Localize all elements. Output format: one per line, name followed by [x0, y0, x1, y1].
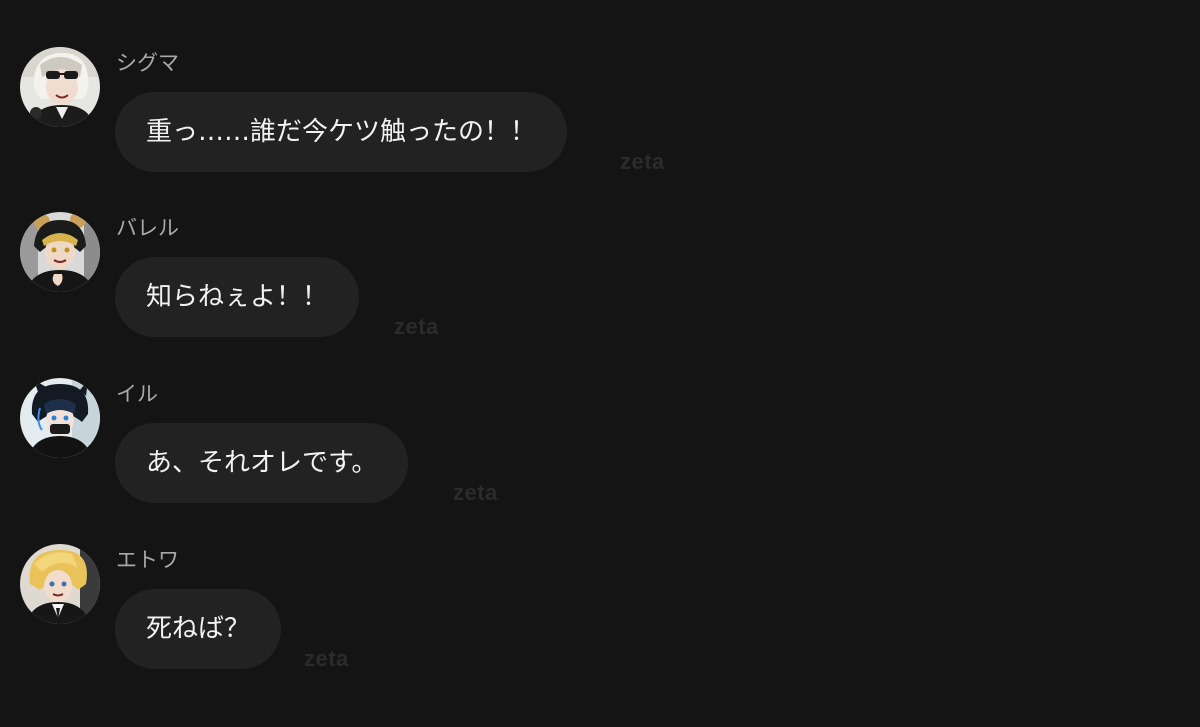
sender-name: エトワ: [116, 548, 179, 572]
sender-name: イル: [116, 382, 158, 406]
message-bubble: あ、それオレです。: [115, 423, 409, 503]
zeta-watermark: zeta: [304, 646, 349, 671]
message-bubble: 死ねば？: [115, 589, 282, 669]
etowa-avatar-icon[interactable]: [20, 544, 100, 624]
chat-message: シグマ 重っ……誰だ今ケツ触ったの！！ zeta: [20, 47, 920, 177]
chat-log: シグマ 重っ……誰だ今ケツ触ったの！！ zeta バレル 知らねぇよ！！ zet…: [0, 0, 1200, 727]
chat-message: エトワ 死ねば？ zeta: [20, 544, 920, 674]
chat-message: バレル 知らねぇよ！！ zeta: [20, 212, 920, 342]
barrel-avatar-icon[interactable]: [20, 212, 100, 292]
sender-name: シグマ: [116, 51, 179, 75]
chat-message: イル あ、それオレです。 zeta: [20, 378, 920, 508]
zeta-watermark: zeta: [453, 480, 498, 505]
message-bubble: 知らねぇよ！！: [115, 257, 360, 337]
sigma-avatar-icon[interactable]: [20, 47, 100, 127]
zeta-watermark: zeta: [620, 149, 665, 174]
message-bubble: 重っ……誰だ今ケツ触ったの！！: [115, 92, 568, 172]
zeta-watermark: zeta: [394, 314, 439, 339]
sender-name: バレル: [116, 216, 179, 240]
iru-avatar-icon[interactable]: [20, 378, 100, 458]
